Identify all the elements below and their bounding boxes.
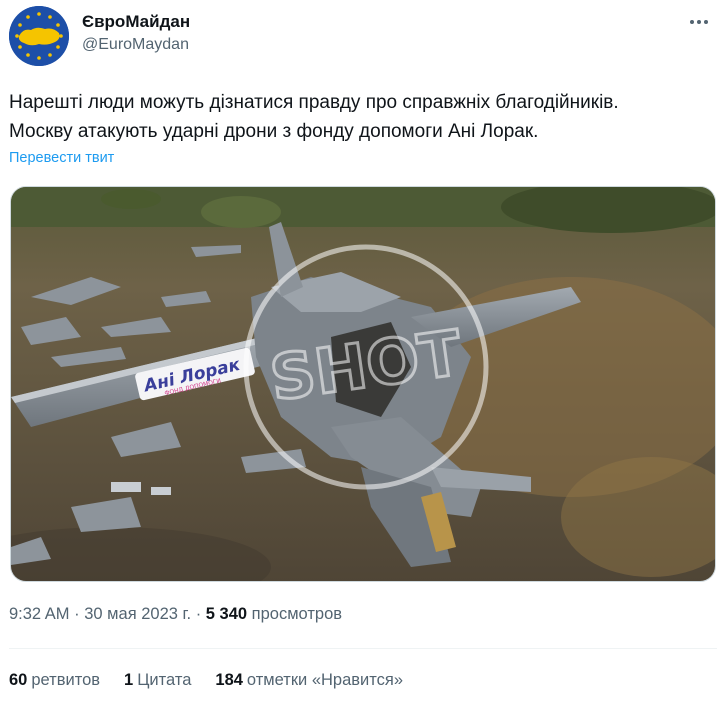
quotes-count: 1: [124, 671, 134, 689]
retweets-label: ретвитов: [31, 671, 101, 689]
translate-tweet-link[interactable]: Перевести твит: [9, 150, 114, 166]
likes-stat[interactable]: 184 отметки «Нравится»: [215, 671, 403, 690]
tweet-text-line: Москву атакують ударні дрони з фонду доп…: [9, 121, 539, 142]
quotes-stat[interactable]: 1 Цитата: [124, 671, 191, 690]
more-options-icon[interactable]: [685, 12, 713, 32]
author-block: ЄвроМайдан @EuroMaydan: [82, 12, 190, 56]
views-count: 5 340: [205, 605, 248, 623]
tweet-date[interactable]: 30 мая 2023 г.: [84, 605, 191, 623]
tweet-stats: 60 ретвитов 1 Цитата 184 отметки «Нравится»: [9, 671, 403, 690]
tweet-text-line: Нарешті люди можуть дізнатися правду про…: [9, 92, 619, 113]
drone-wreck-photo: Ані Лорак ФОНД ДОПОМОГИ SHOT: [11, 187, 715, 581]
avatar[interactable]: [9, 6, 69, 66]
handle[interactable]: @EuroMaydan: [82, 34, 190, 56]
tweet-header: ЄвроМайдан @EuroMaydan: [9, 6, 717, 66]
display-name[interactable]: ЄвроМайдан: [82, 12, 190, 32]
tweet-text: Нарешті люди можуть дізнатися правду про…: [9, 88, 719, 146]
tweet-photo[interactable]: Ані Лорак ФОНД ДОПОМОГИ SHOT: [10, 186, 716, 582]
retweets-count: 60: [9, 671, 28, 689]
views-label: просмотров: [251, 605, 343, 623]
divider: [9, 648, 717, 649]
retweets-stat[interactable]: 60 ретвитов: [9, 671, 100, 690]
likes-count: 184: [215, 671, 243, 689]
tweet-meta: 9:32 AM · 30 мая 2023 г. · 5 340 просмот…: [9, 605, 343, 623]
avatar-image: [9, 6, 69, 66]
likes-label: отметки «Нравится»: [246, 671, 404, 689]
tweet-time[interactable]: 9:32 AM: [9, 605, 70, 623]
quotes-label: Цитата: [137, 671, 192, 689]
